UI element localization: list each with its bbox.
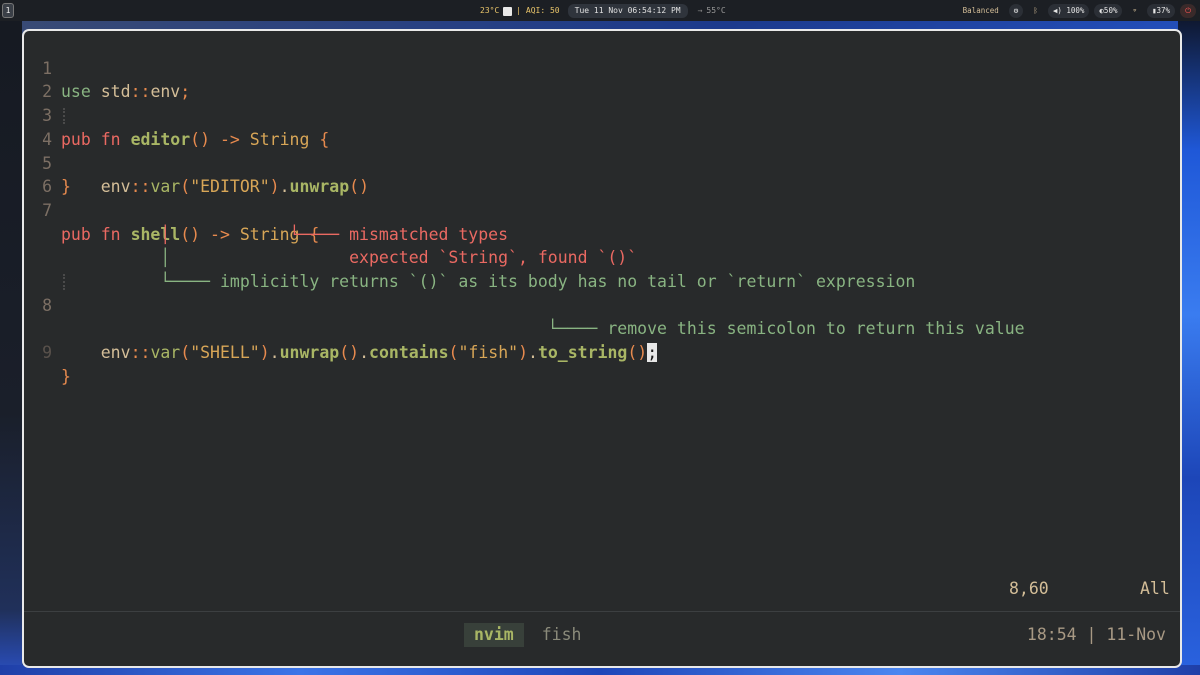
code-line: 8 env::var("SHELL").unwrap().contains("f… [24,270,1180,363]
code-line: 1 use std::env; [24,33,1180,102]
bluetooth-icon[interactable]: ᛒ [1028,4,1043,18]
status-divider [24,611,1180,612]
workspace-button[interactable]: 1 [2,3,14,18]
tmux-window-list: nvim fish [464,623,592,647]
diagnostic-line: │ expected `String`, found `()` [61,248,638,268]
diagnostic-line: └──── remove this semicolon to return th… [547,319,1025,339]
code-line: 9 } [24,317,1180,386]
tmux-status-clock: 18:54 | 11-Nov [1026,625,1166,644]
code-line: 5 } [24,128,1180,197]
weather-icon [503,6,513,16]
code-line: 3 pub fn editor() -> String { [24,80,1180,149]
indent-guide [63,274,65,290]
brightness-indicator[interactable]: ◐50% [1094,3,1123,18]
wallpaper-left [0,20,22,675]
tmux-tab-nvim[interactable]: nvim [464,623,524,647]
center-status: 23°C | AQI: 50 Tue 11 Nov 06:54:12 PM → … [480,4,726,18]
code-line: 2 [24,57,1180,101]
code-line: 4 env::var("EDITOR").unwrap() [24,104,1180,196]
settings-icon[interactable]: ⚙ [1008,3,1024,18]
wifi-icon[interactable]: ⌔ [1127,4,1142,18]
clock[interactable]: Tue 11 Nov 06:54:12 PM [567,4,688,18]
code-line: 6 [24,152,1180,196]
aqi-label: | AQI: 50 [516,6,560,15]
system-tray: Balanced ⚙ ᛒ ◀) 100% ◐50% ⌔ ▮37% ⏻ [958,3,1196,18]
power-button[interactable]: ⏻ [1180,3,1196,18]
code-line: 7 pub fn shell() -> String { [24,175,1180,244]
scroll-position: All [1140,579,1170,598]
line-number: 9 [42,343,52,363]
weather-temperature: 23°C [480,6,500,15]
indent-guide [63,108,65,125]
cursor-position: 8,60 [1009,579,1049,598]
battery-indicator[interactable]: ▮37% [1147,3,1176,18]
power-profile[interactable]: Balanced [958,4,1004,18]
cpu-temperature: 55°C [706,6,726,15]
cursor: ; [647,343,658,363]
top-bar: 1 23°C | AQI: 50 Tue 11 Nov 06:54:12 PM … [0,0,1200,21]
terminal-window[interactable]: 1 use std::env; 2 3 pub fn editor() -> S… [22,29,1182,668]
volume-indicator[interactable]: ◀) 100% [1047,3,1090,18]
diagnostic-line: └──── implicitly returns `()` as its bod… [61,272,916,291]
arrow-icon: → [697,6,703,15]
tmux-tab-fish[interactable]: fish [532,623,592,647]
diagnostic-line: │ └──── mismatched types [61,224,509,244]
